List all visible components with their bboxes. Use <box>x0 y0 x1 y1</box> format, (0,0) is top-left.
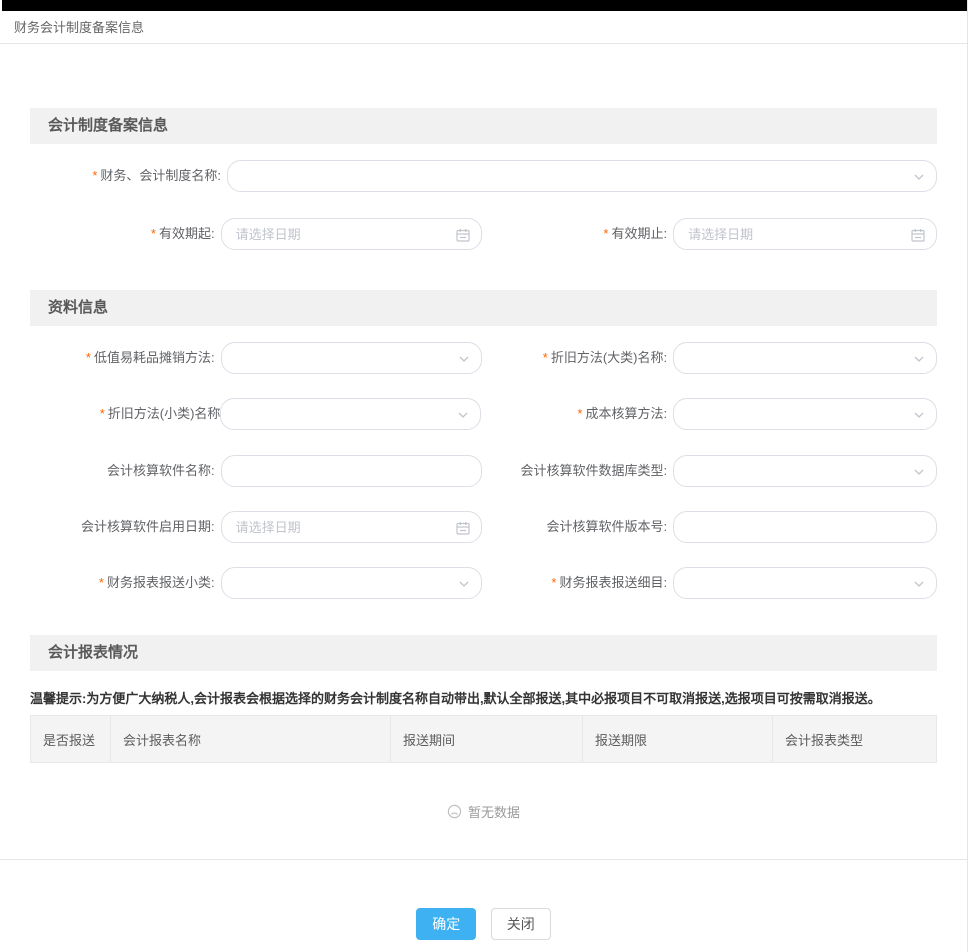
required-mark: * <box>92 168 97 183</box>
table-header-period: 报送期间 <box>391 716 583 762</box>
form-row: 会计核算软件名称: 会计核算软件数据库类型: <box>30 455 937 487</box>
system-name-select[interactable] <box>227 160 937 192</box>
software-version-label: 会计核算软件版本号: <box>482 511 674 543</box>
divider <box>0 859 968 860</box>
form-row: *财务、会计制度名称: <box>30 160 937 192</box>
page-title: 财务会计制度备案信息 <box>0 11 967 44</box>
software-enable-date-input[interactable] <box>222 512 481 542</box>
depreciation-major-label: *折旧方法(大类)名称: <box>482 342 674 374</box>
valid-to-label: *有效期止: <box>482 218 674 250</box>
valid-to-datepicker[interactable] <box>673 218 937 250</box>
software-enable-date-label: 会计核算软件启用日期: <box>30 511 221 543</box>
table-header-report-type: 会计报表类型 <box>773 716 936 762</box>
chevron-down-icon <box>913 466 925 478</box>
footer-actions: 确定 关闭 <box>30 908 937 940</box>
form-row: 会计核算软件启用日期: 会计核算软件版本号: <box>30 511 937 543</box>
valid-from-datepicker[interactable] <box>221 218 482 250</box>
form-row: *折旧方法(小类)名称 *成本核算方法: <box>30 398 937 430</box>
required-mark: * <box>86 350 91 365</box>
section-title-material: 资料信息 <box>30 290 937 326</box>
required-mark: * <box>100 406 105 421</box>
software-version-input[interactable] <box>674 512 936 542</box>
chevron-down-icon <box>913 171 925 183</box>
lowvalue-amortization-label: *低值易耗品摊销方法: <box>30 342 221 374</box>
form-row: *低值易耗品摊销方法: *折旧方法(大类)名称: <box>30 342 937 374</box>
chevron-down-icon <box>913 353 925 365</box>
software-name-input[interactable] <box>222 456 481 486</box>
depreciation-minor-select[interactable] <box>220 398 481 430</box>
required-mark: * <box>603 226 608 241</box>
software-name-field[interactable] <box>221 455 482 487</box>
lowvalue-amortization-select[interactable] <box>221 342 482 374</box>
table-header-submit: 是否报送 <box>31 716 111 762</box>
report-detail-label: *财务报表报送细目: <box>482 567 674 599</box>
report-detail-select[interactable] <box>673 567 937 599</box>
form-row: *财务报表报送小类: *财务报表报送细目: <box>30 567 937 599</box>
top-black-bar <box>2 0 967 11</box>
calendar-icon[interactable] <box>456 228 470 242</box>
software-version-field[interactable] <box>673 511 937 543</box>
table-header-row: 是否报送 会计报表名称 报送期间 报送期限 会计报表类型 <box>30 715 937 763</box>
chevron-down-icon <box>913 409 925 421</box>
required-mark: * <box>151 226 156 241</box>
software-db-type-label: 会计核算软件数据库类型: <box>482 455 674 487</box>
close-button[interactable]: 关闭 <box>491 908 551 940</box>
table-empty-state: 暂无数据 <box>30 763 937 859</box>
cost-method-label: *成本核算方法: <box>481 398 673 430</box>
required-mark: * <box>577 406 582 421</box>
no-data-frown-icon <box>447 804 462 819</box>
table-header-deadline: 报送期限 <box>583 716 773 762</box>
form-row: *有效期起: *有效期止: <box>30 218 937 250</box>
report-table: 是否报送 会计报表名称 报送期间 报送期限 会计报表类型 暂无数据 <box>30 715 937 860</box>
required-mark: * <box>551 575 556 590</box>
depreciation-major-select[interactable] <box>673 342 937 374</box>
section-title-filing: 会计制度备案信息 <box>30 108 937 144</box>
valid-from-input[interactable] <box>222 219 481 249</box>
notice-text: 温馨提示:为方便广大纳税人,会计报表会根据选择的财务会计制度名称自动带出,默认全… <box>30 688 937 709</box>
chevron-down-icon <box>458 353 470 365</box>
cost-method-select[interactable] <box>673 398 937 430</box>
page: 财务会计制度备案信息 会计制度备案信息 *财务、会计制度名称: *有效期起: *… <box>0 0 968 952</box>
table-header-report-name: 会计报表名称 <box>111 716 391 762</box>
required-mark: * <box>99 575 104 590</box>
chevron-down-icon <box>458 578 470 590</box>
chevron-down-icon <box>457 409 469 421</box>
calendar-icon[interactable] <box>456 521 470 535</box>
report-subclass-label: *财务报表报送小类: <box>30 567 221 599</box>
valid-from-label: *有效期起: <box>30 218 221 250</box>
required-mark: * <box>543 350 548 365</box>
no-data-text: 暂无数据 <box>468 802 520 821</box>
chevron-down-icon <box>913 578 925 590</box>
report-subclass-select[interactable] <box>221 567 482 599</box>
system-name-label: *财务、会计制度名称: <box>30 160 227 192</box>
depreciation-minor-label: *折旧方法(小类)名称 <box>30 398 220 430</box>
software-db-type-select[interactable] <box>673 455 937 487</box>
software-name-label: 会计核算软件名称: <box>30 455 221 487</box>
calendar-icon[interactable] <box>911 228 925 242</box>
section-title-reports: 会计报表情况 <box>30 635 937 671</box>
confirm-button[interactable]: 确定 <box>416 908 476 940</box>
form-content: 会计制度备案信息 *财务、会计制度名称: *有效期起: *有效期止: 资料信息 … <box>0 108 967 940</box>
software-enable-datepicker[interactable] <box>221 511 482 543</box>
valid-to-input[interactable] <box>674 219 936 249</box>
